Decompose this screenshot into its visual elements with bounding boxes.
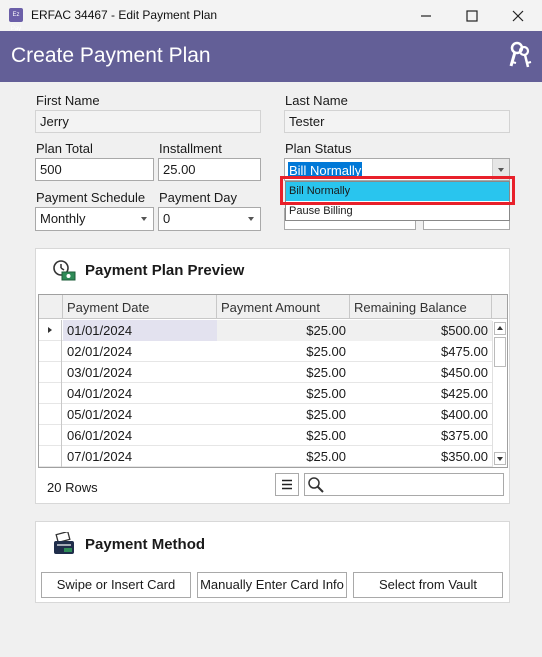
cell-payment-date[interactable]: 03/01/2024 [63,362,217,383]
row-header[interactable] [39,446,62,467]
cell-remaining-balance[interactable]: $425.00 [350,383,492,404]
payment-day-select[interactable]: 0 [158,207,261,231]
table-row[interactable]: 04/01/2024 $25.00 $425.00 [39,383,493,404]
row-count: 20 Rows [47,480,98,495]
payment-method-title: Payment Method [85,536,206,553]
column-header-remaining-balance[interactable]: Remaining Balance [350,295,492,319]
row-header[interactable] [39,320,62,341]
installment-label: Installment [159,141,222,156]
cell-payment-date[interactable]: 01/01/2024 [63,320,217,341]
current-row-indicator-icon [48,327,52,333]
payment-preview-grid[interactable]: Payment Date Payment Amount Remaining Ba… [38,294,508,468]
close-button[interactable] [495,0,541,31]
keys-icon[interactable] [506,40,534,70]
schedule-money-icon [53,260,76,281]
row-header[interactable] [39,362,62,383]
first-name-label: First Name [36,93,100,108]
cell-payment-date[interactable]: 02/01/2024 [63,341,217,362]
grid-vertical-scrollbar[interactable] [492,321,507,467]
cell-payment-amount[interactable]: $25.00 [217,404,350,425]
payment-day-label: Payment Day [159,190,238,205]
maximize-icon [466,9,478,22]
table-row[interactable]: 03/01/2024 $25.00 $450.00 [39,362,493,383]
cell-payment-amount[interactable]: $25.00 [217,383,350,404]
chevron-down-icon [497,457,503,461]
column-header-payment-date[interactable]: Payment Date [63,295,217,319]
table-row[interactable]: 01/01/2024 $25.00 $500.00 [39,320,493,341]
cell-payment-date[interactable]: 06/01/2024 [63,425,217,446]
cell-remaining-balance[interactable]: $400.00 [350,404,492,425]
plan-status-label: Plan Status [285,141,352,156]
card-terminal-icon [54,532,74,554]
table-row[interactable]: 02/01/2024 $25.00 $475.00 [39,341,493,362]
cell-remaining-balance[interactable]: $350.00 [350,446,492,467]
cell-payment-amount[interactable]: $25.00 [217,425,350,446]
scroll-thumb[interactable] [494,337,506,367]
row-header[interactable] [39,425,62,446]
window-title: ERFAC 34467 - Edit Payment Plan [31,8,218,22]
payment-schedule-value: Monthly [40,211,86,226]
app-icon: Ez Pay [9,8,23,32]
installment-input[interactable]: 25.00 [158,158,261,181]
cell-payment-date[interactable]: 04/01/2024 [63,383,217,404]
first-name-field: Jerry [35,110,261,133]
cell-payment-amount[interactable]: $25.00 [217,446,350,467]
payment-day-value: 0 [163,211,171,226]
cell-remaining-balance[interactable]: $475.00 [350,341,492,362]
page-title: Create Payment Plan [11,44,211,67]
menu-icon [282,479,292,490]
cell-payment-amount[interactable]: $25.00 [217,341,350,362]
cell-remaining-balance[interactable]: $500.00 [350,320,492,341]
last-name-field: Tester [284,110,510,133]
cell-payment-amount[interactable]: $25.00 [217,362,350,383]
table-row[interactable]: 06/01/2024 $25.00 $375.00 [39,425,493,446]
cell-payment-date[interactable]: 07/01/2024 [63,446,217,467]
cell-remaining-balance[interactable]: $375.00 [350,425,492,446]
grid-menu-button[interactable] [275,473,299,496]
select-from-vault-button[interactable]: Select from Vault [353,572,503,598]
cell-payment-date[interactable]: 05/01/2024 [63,404,217,425]
close-icon [512,10,524,21]
scroll-down-button[interactable] [494,452,506,465]
grid-search-input[interactable] [304,473,504,496]
row-header[interactable] [39,383,62,404]
highlight-box [280,176,515,205]
chevron-down-icon [141,217,147,221]
chevron-down-icon [498,168,504,172]
plan-total-label: Plan Total [36,141,93,156]
preview-title: Payment Plan Preview [85,262,245,279]
swipe-card-button[interactable]: Swipe or Insert Card [41,572,191,598]
row-header[interactable] [39,404,62,425]
table-row[interactable]: 05/01/2024 $25.00 $400.00 [39,404,493,425]
grid-header-filler [492,295,507,319]
last-name-label: Last Name [285,93,348,108]
manual-card-entry-button[interactable]: Manually Enter Card Info [197,572,347,598]
scroll-up-button[interactable] [494,322,506,335]
minimize-icon [421,14,431,17]
payment-schedule-select[interactable]: Monthly [35,207,154,231]
grid-corner-header [39,295,63,319]
chevron-down-icon [248,217,254,221]
row-header[interactable] [39,341,62,362]
cell-remaining-balance[interactable]: $450.00 [350,362,492,383]
chevron-up-icon [497,326,503,330]
column-header-payment-amount[interactable]: Payment Amount [217,295,350,319]
minimize-button[interactable] [403,0,449,31]
search-icon [308,477,324,493]
table-row[interactable]: 07/01/2024 $25.00 $350.00 [39,446,493,467]
payment-schedule-label: Payment Schedule [36,190,146,205]
maximize-button[interactable] [449,0,495,31]
plan-total-input[interactable]: 500 [35,158,154,181]
cell-payment-amount[interactable]: $25.00 [217,320,350,341]
